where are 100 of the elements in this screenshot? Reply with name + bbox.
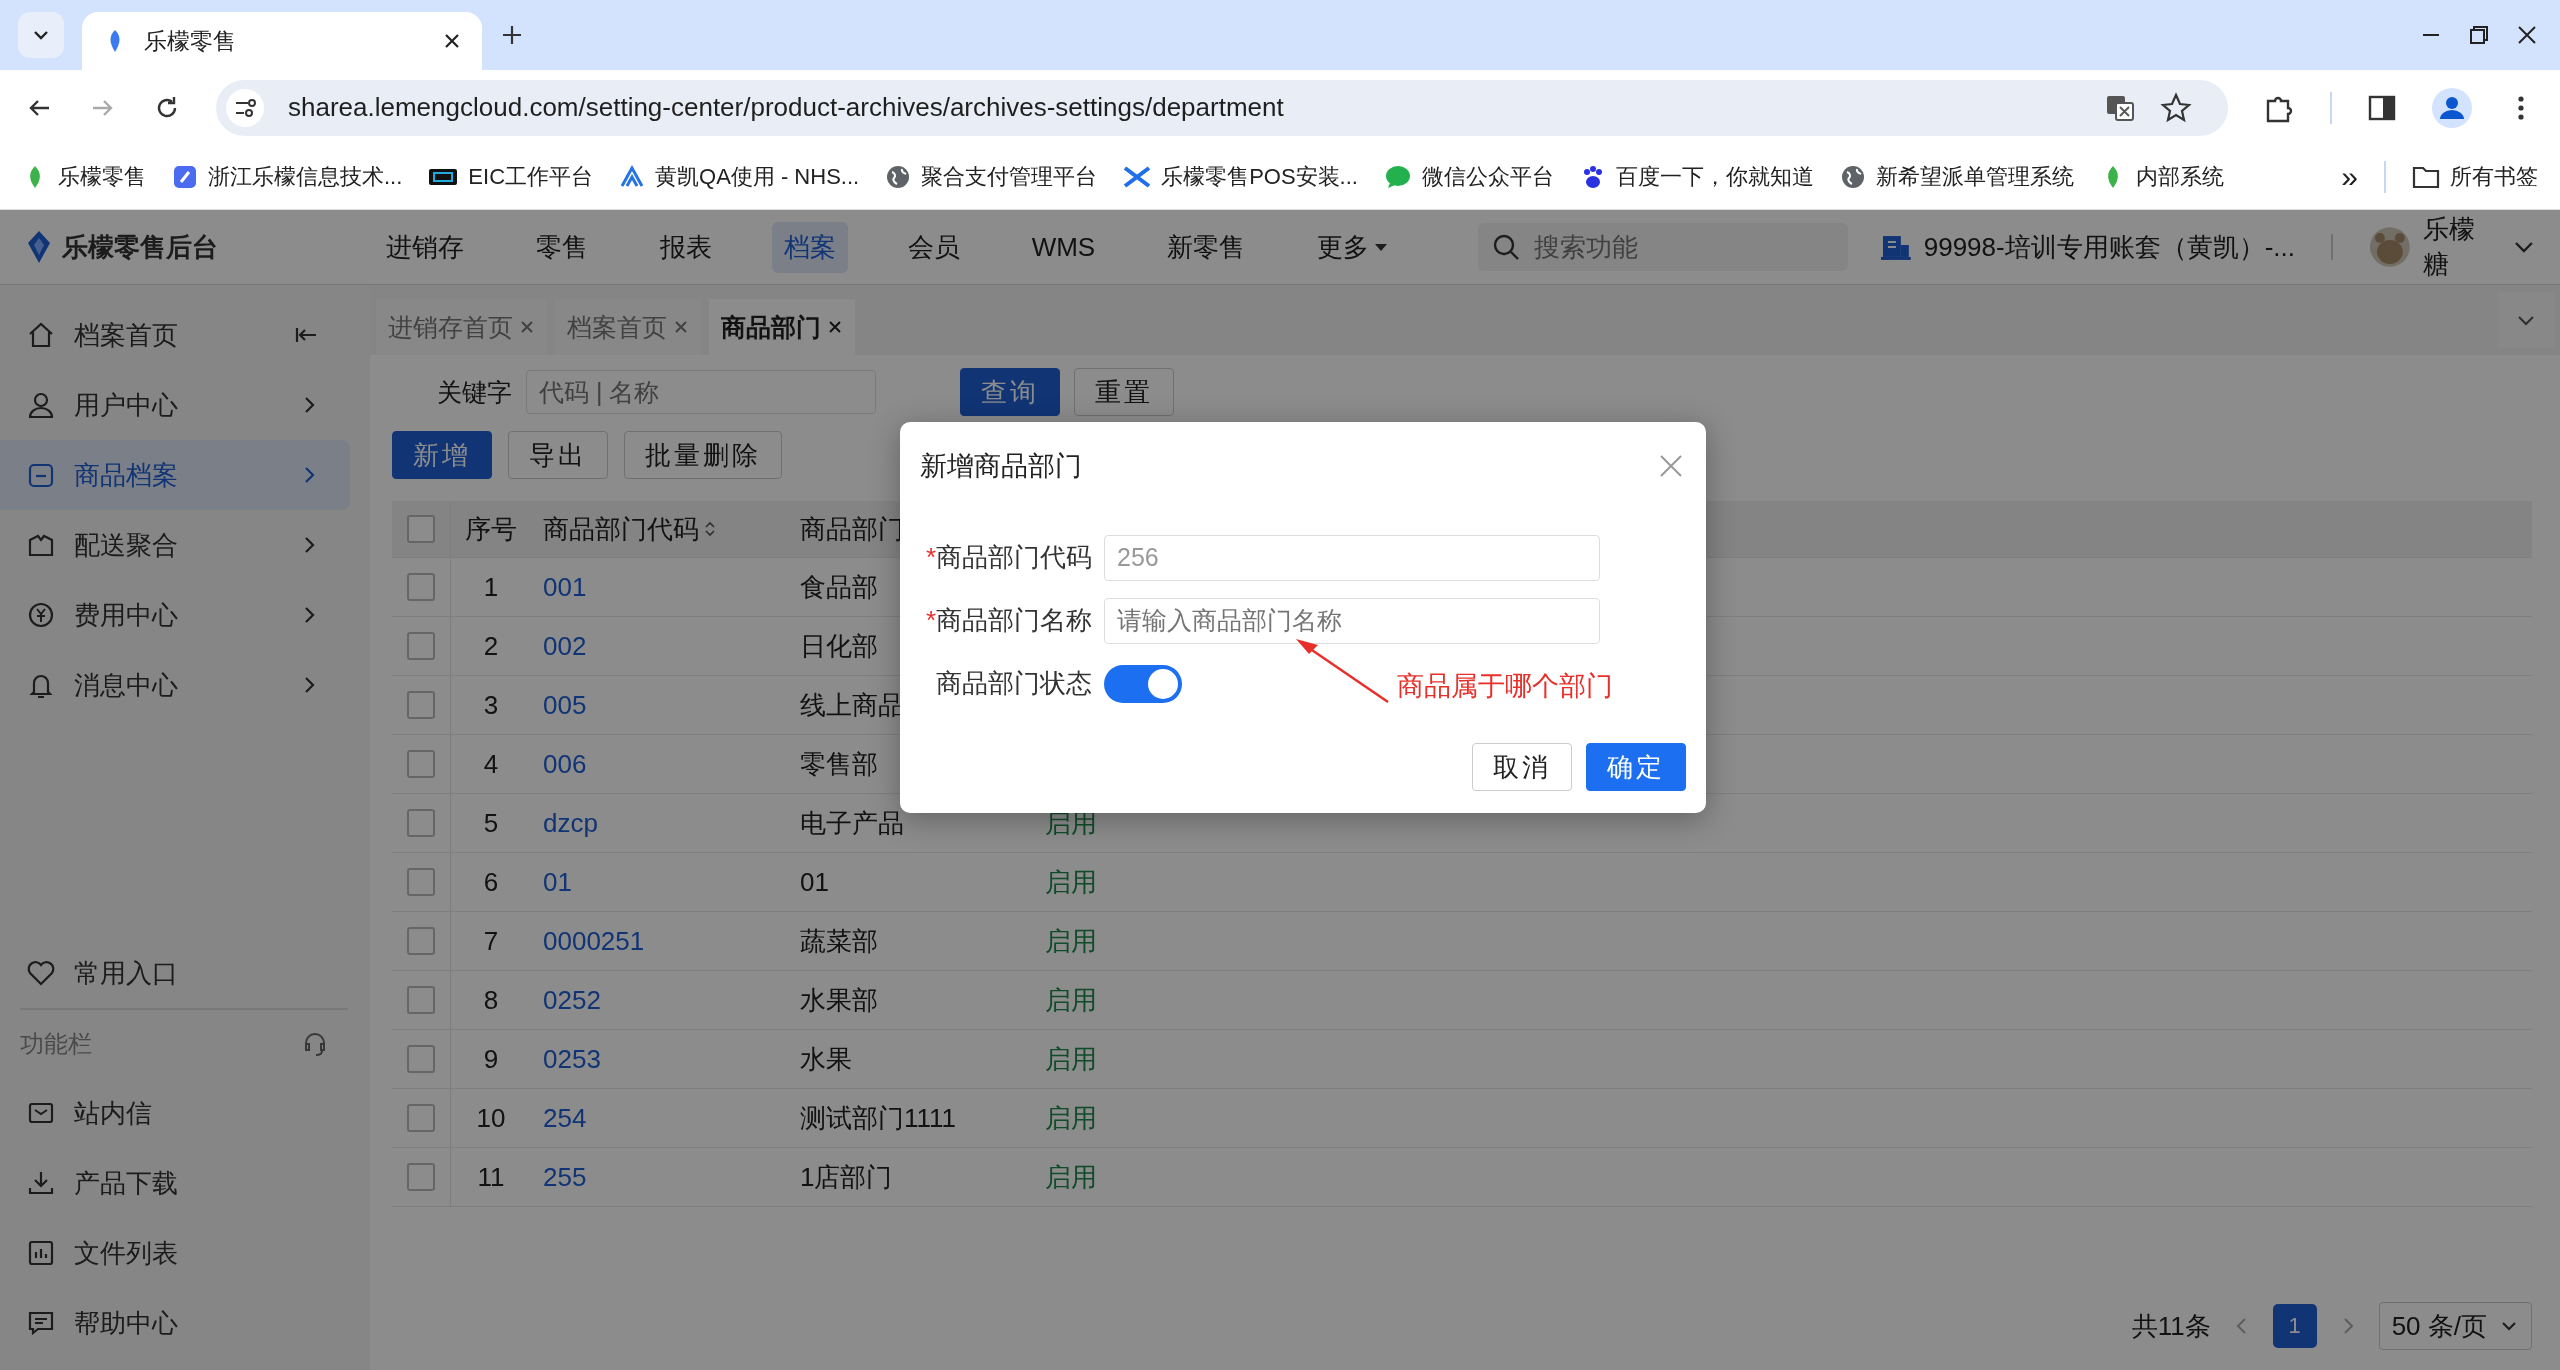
- code-link[interactable]: 255: [543, 1161, 587, 1193]
- page-number-button[interactable]: 1: [2272, 1304, 2317, 1348]
- sidebar-item[interactable]: 费用中心: [0, 580, 350, 650]
- sidebar-item[interactable]: 商品档案: [0, 440, 350, 510]
- nav-menu-item[interactable]: 零售: [523, 221, 600, 273]
- bookmark[interactable]: 黄凯QA使用 - NHS...: [619, 162, 860, 192]
- table-cell: 日化部: [800, 630, 878, 661]
- action-button[interactable]: 新增: [392, 431, 492, 479]
- nav-menu-item[interactable]: 更多: [1305, 221, 1402, 273]
- checkbox[interactable]: [407, 809, 435, 837]
- nav-menu-item[interactable]: 进销存: [373, 221, 476, 273]
- checkbox[interactable]: [407, 632, 435, 660]
- code-link[interactable]: 254: [543, 1102, 587, 1134]
- action-button[interactable]: 批量删除: [624, 431, 782, 479]
- sidebar-item[interactable]: 消息中心: [0, 650, 350, 720]
- nav-menu-item[interactable]: 档案: [771, 221, 848, 273]
- more-bookmarks-button[interactable]: »: [2341, 160, 2358, 194]
- checkbox[interactable]: [407, 515, 435, 543]
- sidebar-item[interactable]: 帮助中心: [0, 1288, 350, 1358]
- status-text: 启用: [1045, 1042, 1097, 1076]
- bookmark[interactable]: 新希望派单管理系统: [1839, 162, 2074, 192]
- nav-menu-item[interactable]: 会员: [895, 221, 972, 273]
- avatar-icon[interactable]: [2369, 226, 2411, 268]
- sidebar-item[interactable]: 文件列表: [0, 1218, 350, 1288]
- nav-menu-item[interactable]: WMS: [1019, 221, 1108, 273]
- sidebar-item[interactable]: 用户中心: [0, 370, 350, 440]
- building-icon: [1879, 233, 1912, 261]
- sidebar-item[interactable]: 站内信: [0, 1078, 350, 1148]
- table-cell-text: 6: [482, 866, 500, 898]
- query-button[interactable]: 查询: [960, 368, 1060, 416]
- bookmark[interactable]: 内部系统: [2099, 162, 2224, 192]
- required-mark: *: [925, 605, 936, 635]
- star-icon[interactable]: [2160, 91, 2192, 124]
- sidebar-item[interactable]: 档案首页: [0, 300, 350, 370]
- bookmark[interactable]: 百度一下，你就知道: [1579, 162, 1814, 192]
- confirm-button[interactable]: 确定: [1586, 743, 1686, 791]
- checkbox[interactable]: [407, 750, 435, 778]
- action-button[interactable]: 导出: [508, 431, 608, 479]
- bookmark[interactable]: 微信公众平台: [1383, 162, 1554, 192]
- chat-bubble-icon: [1383, 164, 1412, 190]
- code-link[interactable]: 005: [543, 689, 587, 721]
- bookmark-label: 内部系统: [2135, 163, 2224, 191]
- sidebar-item[interactable]: 产品下载: [0, 1148, 350, 1218]
- user-name[interactable]: 乐檬糖: [2422, 212, 2501, 282]
- bookmark[interactable]: 乐檬零售POS安装...: [1123, 162, 1358, 192]
- checkbox[interactable]: [407, 986, 435, 1014]
- table-cell-text: 10: [475, 1102, 507, 1134]
- dialog-title: 新增商品部门: [920, 450, 1082, 483]
- checkbox[interactable]: [407, 691, 435, 719]
- search-icon: [1491, 233, 1520, 261]
- bookmark[interactable]: EIC工作平台: [428, 162, 594, 192]
- bookmark-label: 所有书签: [2450, 163, 2538, 191]
- keyword-field[interactable]: 代码 | 名称: [526, 370, 876, 414]
- browser-tab[interactable]: 乐檬零售: [82, 12, 482, 70]
- code-link[interactable]: dzcp: [543, 807, 598, 839]
- bookmark-label: 乐檬零售: [58, 163, 146, 191]
- search-field[interactable]: 搜索功能: [1477, 223, 1848, 271]
- total-count: 共11条: [2131, 1309, 2211, 1343]
- bookmark[interactable]: 聚合支付管理平台: [885, 162, 1098, 192]
- input-field[interactable]: 请输入商品部门名称: [1104, 597, 1600, 644]
- checkbox[interactable]: [407, 927, 435, 955]
- site-settings-icon[interactable]: [226, 88, 264, 127]
- checkbox[interactable]: [407, 1163, 435, 1191]
- table-cell-text: 3: [482, 689, 500, 721]
- table-cell: 电子产品: [800, 807, 904, 838]
- tab-list-button[interactable]: [18, 12, 64, 58]
- table-cell-text: 1: [482, 571, 500, 603]
- checkbox[interactable]: [407, 868, 435, 896]
- code-link[interactable]: 001: [543, 571, 587, 603]
- address-bar[interactable]: sharea.lemengcloud.com/setting-center/product-archives/archives-settings/department: [216, 79, 2228, 136]
- code-link[interactable]: 0252: [543, 984, 601, 1016]
- sidebar-item[interactable]: 配送聚合: [0, 510, 350, 580]
- column-header[interactable]: 商品部门代码: [531, 511, 788, 547]
- toggle-switch[interactable]: [1104, 664, 1182, 703]
- checkbox[interactable]: [407, 1104, 435, 1132]
- profile-avatar-icon[interactable]: [2432, 87, 2472, 128]
- checkbox[interactable]: [407, 1045, 435, 1073]
- bookmark[interactable]: 浙江乐檬信息技术...: [172, 162, 403, 192]
- new-tab-icon[interactable]: [500, 23, 524, 47]
- code-link[interactable]: 002: [543, 630, 587, 662]
- sort-icon[interactable]: [703, 519, 717, 539]
- page-size-select[interactable]: 50 条/页: [2378, 1302, 2532, 1350]
- input-field[interactable]: 256: [1104, 534, 1600, 581]
- nav-menu-item[interactable]: 新零售: [1155, 221, 1258, 273]
- page-tab[interactable]: 商品部门: [709, 299, 855, 355]
- code-link[interactable]: 01: [543, 866, 572, 898]
- code-link[interactable]: 0253: [543, 1043, 601, 1075]
- code-link[interactable]: 0000251: [543, 925, 645, 957]
- checkbox[interactable]: [407, 573, 435, 601]
- favorites-item[interactable]: 常用入口: [0, 938, 350, 1008]
- bookmark[interactable]: 乐檬零售: [22, 162, 146, 192]
- nav-menu-item[interactable]: 报表: [647, 221, 724, 273]
- code-link[interactable]: 006: [543, 748, 587, 780]
- filter-label: 关键字: [437, 376, 512, 408]
- bookmark-label: 乐檬零售POS安装...: [1161, 163, 1358, 191]
- cancel-button[interactable]: 取消: [1472, 743, 1572, 791]
- reset-button[interactable]: 重置: [1074, 368, 1174, 416]
- status-text: 启用: [1045, 1160, 1097, 1194]
- all-bookmarks-folder[interactable]: 所有书签: [2412, 162, 2538, 192]
- account-name[interactable]: 99998-培训专用账套（黄凯）-...: [1923, 229, 2295, 265]
